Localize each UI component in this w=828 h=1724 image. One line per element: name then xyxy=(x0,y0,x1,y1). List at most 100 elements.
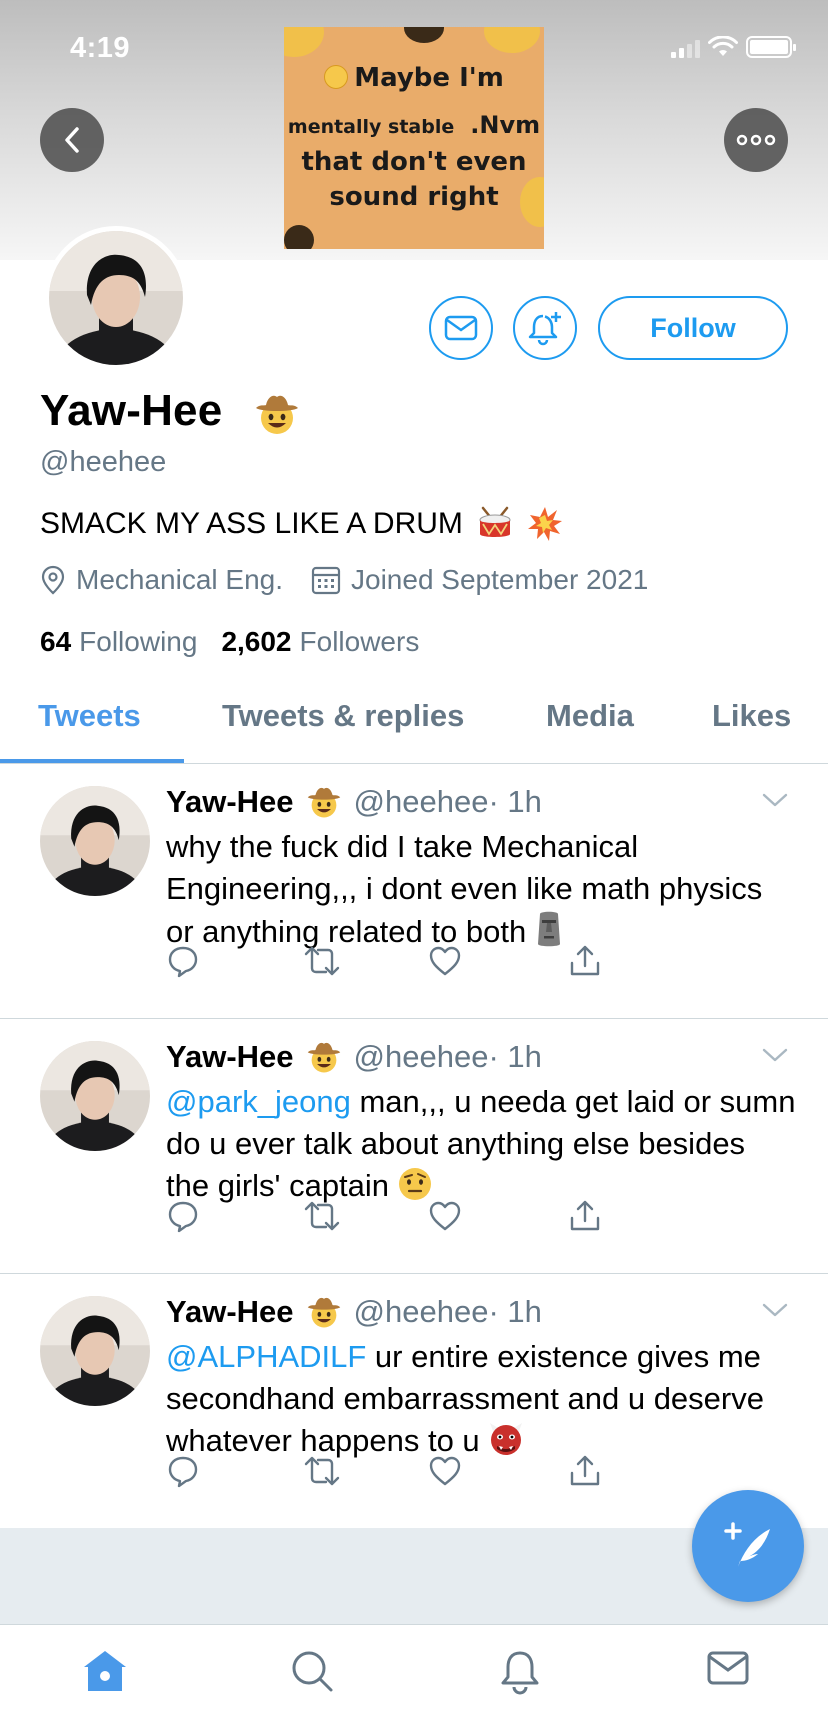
tweet-item[interactable]: Yaw-Hee @heehee · 1h @ALPHADILF ur entir… xyxy=(0,1274,828,1529)
profile-bio: SMACK MY ASS LIKE A DRUM xyxy=(40,506,563,542)
tweet-body: why the fuck did I take Mechanical Engin… xyxy=(166,829,763,949)
tweet-header: Yaw-Hee @heehee · 1h xyxy=(166,784,542,820)
retweet-icon[interactable] xyxy=(302,1454,342,1488)
tweet-item[interactable]: Yaw-Hee @heehee · 1h why the fuck did I … xyxy=(0,764,828,1019)
moai-icon xyxy=(538,911,561,947)
retweet-icon[interactable] xyxy=(302,1199,342,1233)
meme-line-2-small: mentally stable xyxy=(287,116,455,138)
profile-stats: 64 Following 2,602 Followers xyxy=(40,626,419,658)
share-icon[interactable] xyxy=(568,1199,602,1233)
tweet-header: Yaw-Hee @heehee · 1h xyxy=(166,1039,542,1075)
tweet-author-handle: @heehee xyxy=(353,1294,489,1329)
thinking-face-icon xyxy=(324,65,349,89)
tweet-avatar[interactable] xyxy=(40,786,150,896)
profile-meta: Mechanical Eng. Joined September 2021 xyxy=(40,564,648,596)
tab-tweets[interactable]: Tweets xyxy=(38,698,141,734)
followers-stat[interactable]: 2,602 Followers xyxy=(221,626,419,658)
profile-tabs: Tweets Tweets & replies Media Likes xyxy=(0,688,828,764)
messages-envelope-icon[interactable] xyxy=(706,1649,750,1689)
raised-eyebrow-face-icon xyxy=(399,1168,432,1200)
share-icon[interactable] xyxy=(568,944,602,978)
search-icon[interactable] xyxy=(290,1649,334,1693)
chevron-down-icon[interactable] xyxy=(762,792,788,808)
bell-plus-icon xyxy=(528,312,561,346)
profile-display-name: Yaw-Hee xyxy=(40,386,223,435)
avatar-image xyxy=(49,231,183,365)
profile-joined: Joined September 2021 xyxy=(351,564,649,595)
tweet-actions xyxy=(166,1454,686,1494)
tweet-author-handle: @heehee xyxy=(353,1039,489,1074)
cellular-signal-icon xyxy=(671,38,700,58)
tweet-text: @ALPHADILF ur entire existence gives me … xyxy=(166,1336,796,1462)
message-button[interactable] xyxy=(429,296,493,360)
back-button[interactable] xyxy=(40,108,104,172)
banner-meme-image[interactable]: Maybe I'm mentally stable .Nvm that don't… xyxy=(284,27,544,249)
tweet-time: · 1h xyxy=(488,784,542,819)
like-heart-icon[interactable] xyxy=(428,1199,462,1233)
notifications-button[interactable] xyxy=(513,296,577,360)
tab-media[interactable]: Media xyxy=(546,698,634,734)
wifi-icon xyxy=(708,36,738,56)
tweet-avatar[interactable] xyxy=(40,1041,150,1151)
reply-icon[interactable] xyxy=(166,1199,200,1233)
envelope-icon xyxy=(444,315,478,341)
bottom-navigation xyxy=(0,1624,828,1724)
calendar-icon xyxy=(311,566,341,595)
cowboy-hat-face-icon xyxy=(307,1042,340,1073)
collision-icon xyxy=(527,507,562,541)
tweet-text: why the fuck did I take Mechanical Engin… xyxy=(166,826,796,953)
following-stat[interactable]: 64 Following xyxy=(40,626,197,658)
meme-line-2-big: .Nvm xyxy=(470,111,541,139)
tweet-time: · 1h xyxy=(488,1039,542,1074)
like-heart-icon[interactable] xyxy=(428,944,462,978)
bio-text: SMACK MY ASS LIKE A DRUM xyxy=(40,507,463,540)
cowboy-hat-face-icon xyxy=(256,395,298,434)
more-dots-icon xyxy=(736,134,776,146)
followers-label: Followers xyxy=(299,626,420,657)
status-icons xyxy=(671,36,796,58)
more-options-button[interactable] xyxy=(724,108,788,172)
chevron-left-icon xyxy=(65,127,79,153)
tweet-item[interactable]: Yaw-Hee @heehee · 1h @park_jeong man,,, … xyxy=(0,1019,828,1274)
reply-icon[interactable] xyxy=(166,1454,200,1488)
tweet-mention[interactable]: @park_jeong xyxy=(166,1084,351,1119)
tweet-mention[interactable]: @ALPHADILF xyxy=(166,1339,366,1374)
notifications-bell-icon[interactable] xyxy=(498,1649,542,1695)
reply-icon[interactable] xyxy=(166,944,200,978)
battery-icon xyxy=(746,36,796,58)
tweet-author-handle: @heehee xyxy=(353,784,489,819)
tab-likes[interactable]: Likes xyxy=(712,698,791,734)
chevron-down-icon[interactable] xyxy=(762,1047,788,1063)
status-time: 4:19 xyxy=(70,32,131,64)
followers-count: 2,602 xyxy=(221,626,292,657)
drum-icon xyxy=(479,506,511,537)
tweet-avatar[interactable] xyxy=(40,1296,150,1406)
home-icon[interactable] xyxy=(82,1649,128,1693)
tweet-author-name: Yaw-Hee xyxy=(166,1294,294,1329)
tweet-author-name: Yaw-Hee xyxy=(166,784,294,819)
active-tab-indicator xyxy=(0,759,184,763)
cowboy-hat-face-icon xyxy=(307,787,340,818)
profile-location: Mechanical Eng. xyxy=(76,564,284,595)
share-icon[interactable] xyxy=(568,1454,602,1488)
profile-avatar[interactable] xyxy=(44,226,188,370)
following-count: 64 xyxy=(40,626,72,657)
tweet-actions xyxy=(166,1199,686,1239)
chevron-down-icon[interactable] xyxy=(762,1302,788,1318)
cowboy-hat-face-icon xyxy=(307,1297,340,1328)
compose-tweet-button[interactable] xyxy=(692,1490,804,1602)
meme-line-1: Maybe I'm xyxy=(354,63,504,93)
tweet-author-name: Yaw-Hee xyxy=(166,1039,294,1074)
retweet-icon[interactable] xyxy=(302,944,342,978)
tweet-actions xyxy=(166,944,686,984)
tweet-time: · 1h xyxy=(488,1294,542,1329)
like-heart-icon[interactable] xyxy=(428,1454,462,1488)
tweet-header: Yaw-Hee @heehee · 1h xyxy=(166,1294,542,1330)
location-pin-icon xyxy=(41,565,65,595)
tweet-text: @park_jeong man,,, u needa get laid or s… xyxy=(166,1081,796,1207)
meme-line-3: that don't even xyxy=(301,147,527,177)
tab-tweets-replies[interactable]: Tweets & replies xyxy=(222,698,464,734)
follow-button[interactable]: Follow xyxy=(598,296,788,360)
ogre-icon xyxy=(489,1423,522,1455)
compose-feather-icon xyxy=(724,1522,770,1567)
